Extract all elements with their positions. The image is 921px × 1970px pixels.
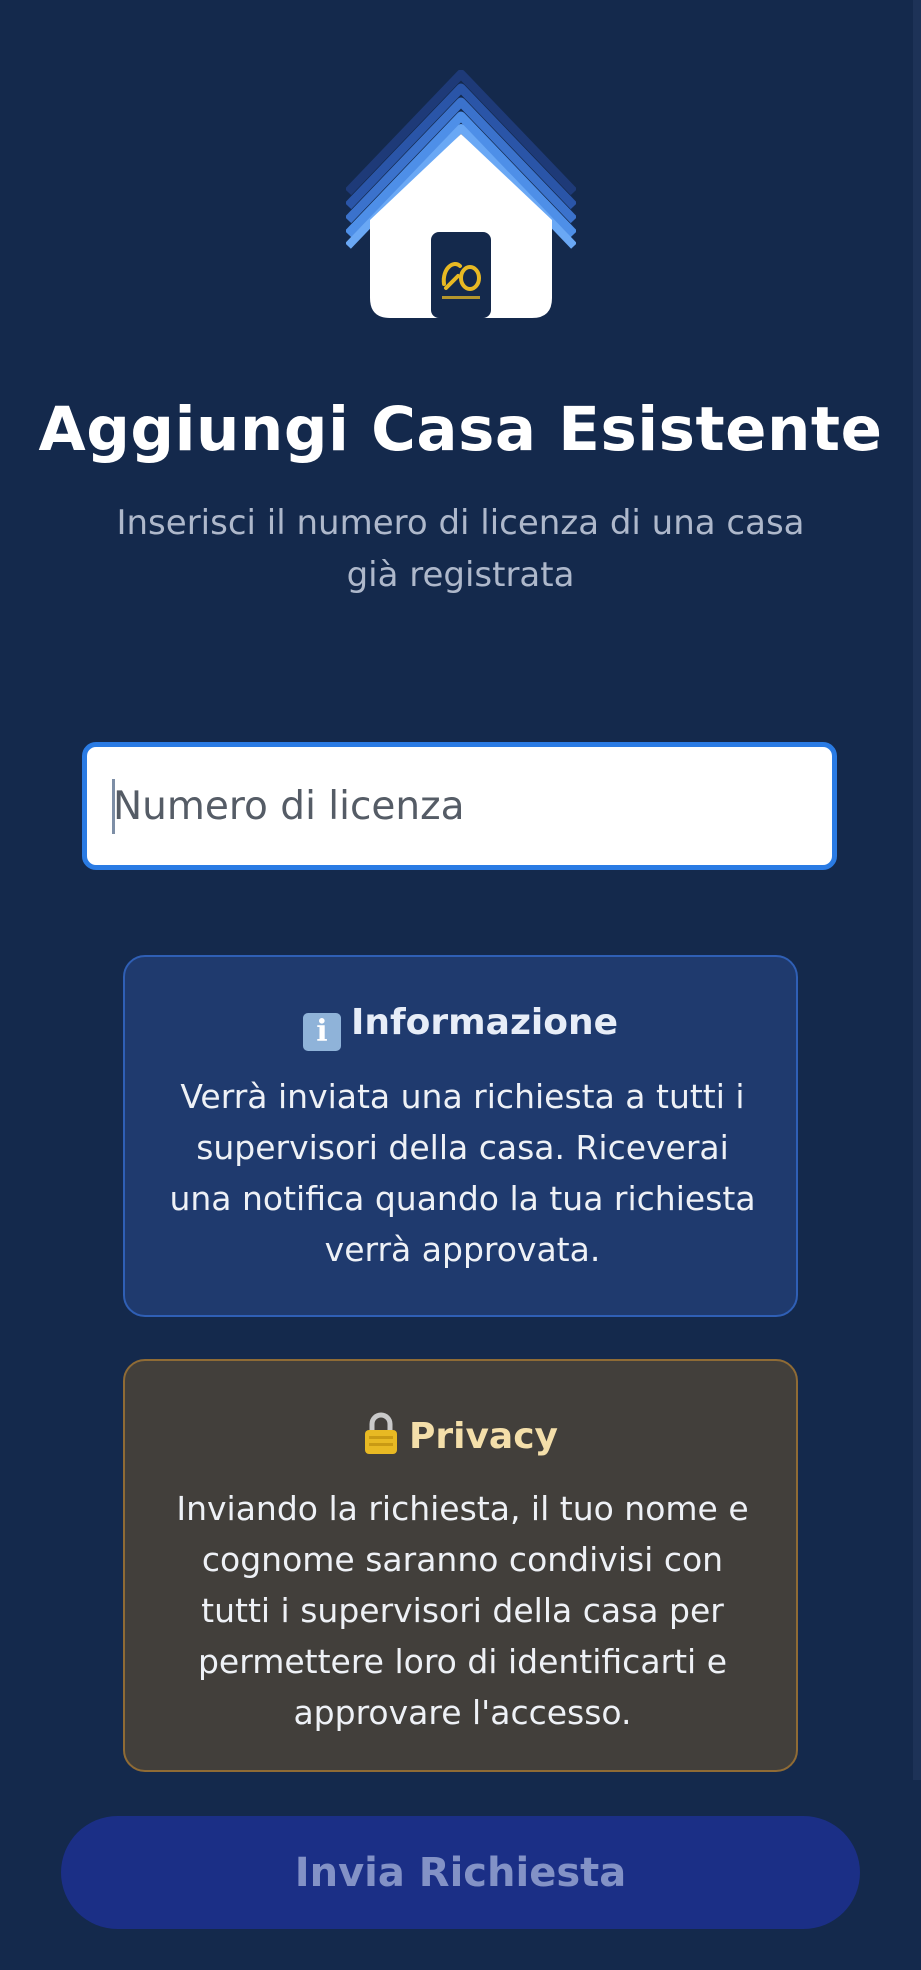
submit-request-button[interactable]: Invia Richiesta [61, 1816, 860, 1929]
house-logo [346, 70, 576, 320]
page-title: Aggiungi Casa Esistente [38, 394, 883, 465]
info-card-body: Verrà inviata una richiesta a tutti i su… [169, 1077, 756, 1269]
license-number-input[interactable] [82, 742, 837, 870]
privacy-card: Privacy Inviando la richiesta, il tuo no… [123, 1359, 798, 1772]
info-card: i Informazione Verrà inviata una richiest… [123, 955, 798, 1317]
text-cursor [112, 779, 115, 834]
info-heading-label: Informazione [350, 1002, 619, 1043]
privacy-card-heading: Privacy [125, 1411, 796, 1459]
page-subtitle: Inserisci il numero di licenza di una ca… [116, 503, 805, 595]
scrollbar[interactable] [913, 0, 921, 1780]
info-icon: i [302, 1013, 341, 1051]
privacy-heading-label: Privacy [408, 1416, 559, 1457]
privacy-card-body: Inviando la richiesta, il tuo nome e cog… [176, 1489, 749, 1732]
info-card-heading: i Informazione [125, 1001, 796, 1051]
lock-icon [363, 1411, 399, 1455]
add-existing-home-screen: Aggiungi Casa Esistente Inserisci il num… [0, 0, 921, 1970]
